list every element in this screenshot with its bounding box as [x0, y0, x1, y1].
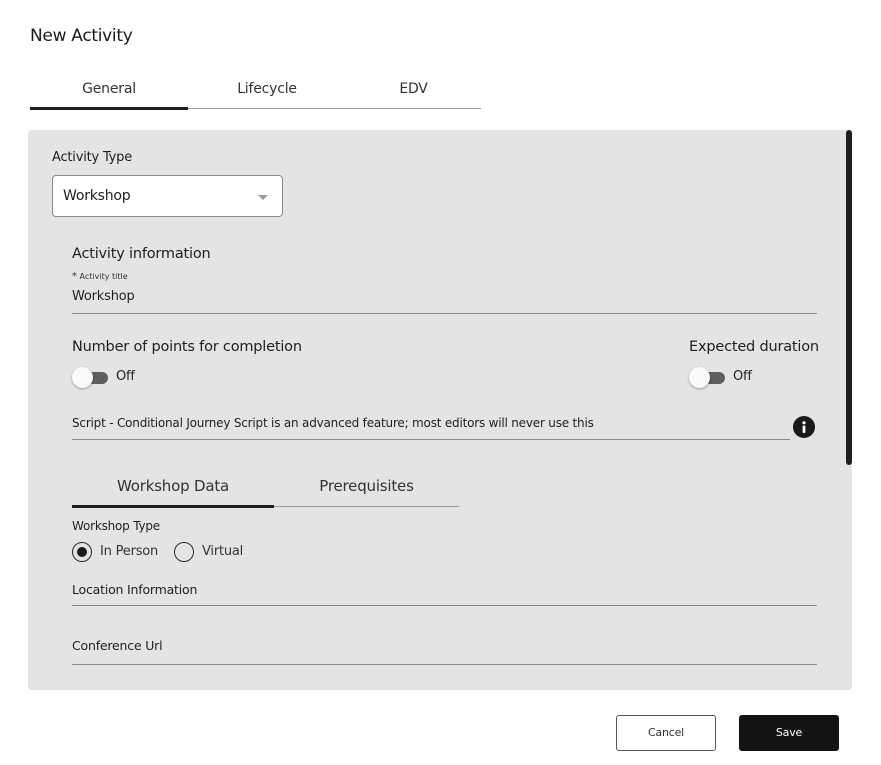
duration-toggle-knob: [689, 367, 710, 388]
conference-url-input[interactable]: Conference Url: [72, 638, 163, 653]
activity-title-label-text: Activity title: [79, 272, 128, 281]
cancel-button[interactable]: Cancel: [616, 715, 716, 751]
conference-url-underline: [72, 664, 817, 665]
points-label: Number of points for completion: [72, 339, 302, 355]
chevron-down-icon: [258, 195, 268, 200]
activity-title-label: * Activity title: [72, 271, 128, 282]
panel-scrollbar[interactable]: [846, 130, 852, 465]
activity-title-input[interactable]: Workshop: [72, 289, 135, 304]
dialog-title: New Activity: [30, 26, 133, 46]
script-input[interactable]: Script - Conditional Journey Script is a…: [72, 416, 594, 430]
radio-in-person[interactable]: [72, 542, 92, 562]
points-toggle-knob: [72, 367, 93, 388]
workshop-sub-tab-bar: Workshop Data Prerequisites: [72, 471, 459, 508]
points-toggle-text: Off: [116, 369, 135, 384]
radio-virtual[interactable]: [174, 542, 194, 562]
activity-type-select[interactable]: Workshop: [52, 175, 283, 217]
location-underline: [72, 605, 817, 606]
tab-lifecycle[interactable]: Lifecycle: [188, 70, 346, 108]
tab-edv[interactable]: EDV: [346, 70, 481, 108]
points-toggle[interactable]: [72, 367, 108, 388]
location-information-input[interactable]: Location Information: [72, 582, 197, 597]
activity-type-label: Activity Type: [52, 150, 133, 165]
expected-duration-label: Expected duration: [689, 339, 819, 355]
script-underline: [72, 439, 790, 440]
tab-prerequisites[interactable]: Prerequisites: [274, 471, 459, 506]
activity-information-heading: Activity information: [72, 246, 211, 262]
required-mark: *: [72, 271, 77, 282]
activity-type-value: Workshop: [63, 188, 131, 204]
tab-general[interactable]: General: [30, 70, 188, 110]
activity-title-underline: [72, 313, 817, 314]
workshop-type-label: Workshop Type: [72, 519, 160, 533]
radio-virtual-label: Virtual: [202, 544, 244, 559]
info-icon[interactable]: [793, 416, 815, 438]
radio-in-person-label: In Person: [100, 544, 159, 559]
duration-toggle[interactable]: [689, 367, 725, 388]
tab-workshop-data[interactable]: Workshop Data: [72, 471, 274, 508]
save-button[interactable]: Save: [739, 715, 839, 751]
main-tab-bar: General Lifecycle EDV: [30, 70, 481, 110]
duration-toggle-text: Off: [733, 369, 752, 384]
